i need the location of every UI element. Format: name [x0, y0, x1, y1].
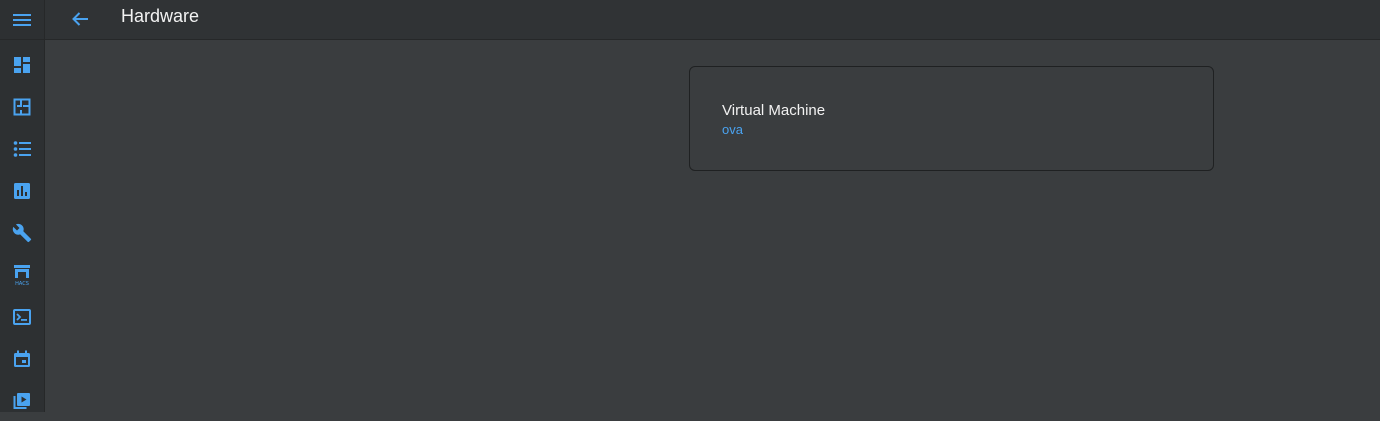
- arrow-left-icon: [72, 12, 88, 26]
- calendar-icon: [14, 350, 30, 367]
- floorplan-icon: [13, 98, 31, 116]
- back-button[interactable]: [65, 4, 95, 34]
- board-id: ova: [722, 122, 743, 137]
- wrench-icon: [12, 223, 32, 243]
- play-box-multiple-icon: [13, 393, 30, 409]
- hardware-info-card: Virtual Machine ova: [689, 66, 1214, 171]
- sidebar-item-media[interactable]: [0, 381, 44, 421]
- dashboard-icon: [14, 57, 30, 73]
- top-app-bar: Hardware: [45, 0, 1380, 40]
- page-title: Hardware: [121, 6, 200, 26]
- menu-icon: [13, 13, 31, 26]
- sidebar-item-map[interactable]: [0, 87, 44, 127]
- sidebar-item-history[interactable]: [0, 171, 44, 211]
- hacs-icon: HACS: [14, 265, 30, 287]
- chart-box-icon: [14, 183, 30, 199]
- sidebar: HACS: [0, 0, 45, 412]
- hacs-label: HACS: [15, 281, 29, 287]
- menu-button[interactable]: [0, 0, 44, 40]
- sidebar-item-logbook[interactable]: [0, 129, 44, 169]
- board-name: Virtual Machine: [722, 102, 826, 119]
- sidebar-item-dashboard[interactable]: [0, 45, 44, 85]
- sidebar-item-developer-tools[interactable]: [0, 213, 44, 253]
- sidebar-item-terminal[interactable]: [0, 297, 44, 337]
- sidebar-item-hacs[interactable]: HACS: [0, 255, 44, 295]
- list-icon: [13, 141, 31, 157]
- sidebar-item-calendar[interactable]: [0, 339, 44, 379]
- terminal-icon: [13, 309, 31, 325]
